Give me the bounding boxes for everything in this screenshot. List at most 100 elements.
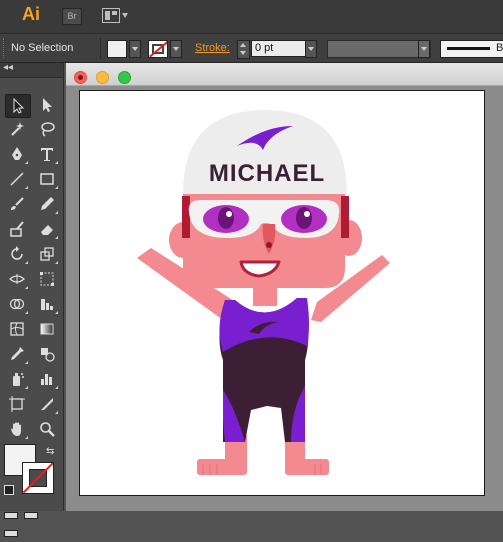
column-graph-tool[interactable] — [35, 368, 59, 390]
mesh-icon — [10, 322, 24, 336]
lasso-icon — [41, 122, 55, 137]
color-mode-buttons[interactable] — [4, 506, 62, 537]
gradient-button[interactable] — [24, 512, 38, 519]
blend-icon — [41, 348, 55, 362]
column-graph-icon — [41, 374, 52, 385]
eyedropper-icon — [11, 347, 24, 360]
paintbrush-tool[interactable] — [5, 193, 29, 215]
collapse-icon[interactable]: ◂◂ — [3, 62, 13, 73]
cap-name-text: MICHAEL — [209, 160, 325, 187]
nostril — [266, 242, 272, 248]
tools-panel-header[interactable]: ◂◂ — [0, 62, 63, 78]
arrange-documents-icon — [102, 8, 120, 23]
blob-brush-icon — [10, 221, 24, 237]
selection-tool[interactable] — [5, 94, 31, 118]
chevron-down-icon — [122, 13, 128, 18]
right-pupil — [296, 207, 312, 229]
variable-width-dropdown[interactable] — [418, 40, 430, 58]
selection-icon — [13, 97, 25, 114]
perspective-grid-icon — [41, 299, 53, 310]
gradient-icon — [40, 323, 54, 335]
pencil-icon — [41, 197, 54, 210]
artboard-tool[interactable] — [5, 393, 29, 415]
document-title-bar[interactable] — [66, 63, 503, 86]
neck — [253, 288, 277, 306]
gradient-tool[interactable] — [35, 318, 59, 340]
right-foot — [285, 459, 329, 475]
line-segment-tool[interactable] — [5, 168, 29, 190]
type-icon — [41, 148, 53, 161]
rectangle-icon — [40, 173, 54, 185]
brush-definition[interactable]: B — [440, 40, 503, 58]
divider — [100, 37, 101, 59]
brush-stroke-preview — [447, 47, 490, 50]
control-bar-grip[interactable] — [3, 38, 6, 58]
brush-label: B — [496, 42, 503, 54]
slice-icon — [41, 398, 53, 410]
zoom-tool[interactable] — [35, 418, 59, 440]
none-button[interactable] — [4, 530, 18, 537]
hand-icon — [11, 422, 21, 436]
rectangle-tool[interactable] — [35, 168, 59, 190]
fill-color-swatch[interactable] — [107, 40, 127, 58]
magic-wand-icon — [11, 122, 24, 136]
selection-status: No Selection — [11, 42, 74, 54]
color-button[interactable] — [4, 512, 18, 519]
eraser-tool[interactable] — [35, 218, 59, 240]
zoom-icon — [40, 422, 55, 437]
magic-wand-tool[interactable] — [5, 118, 29, 140]
scale-icon — [40, 247, 54, 261]
left-eye-shine — [226, 211, 232, 217]
default-fill-stroke-icon[interactable] — [4, 485, 14, 495]
eyedropper-tool[interactable] — [5, 343, 29, 365]
minimize-window-button[interactable] — [96, 71, 109, 84]
stroke-label-link[interactable]: Stroke: — [195, 42, 230, 54]
arrange-documents-button[interactable] — [102, 8, 129, 24]
stroke-weight-stepper[interactable] — [237, 40, 250, 59]
hand-tool[interactable] — [5, 418, 29, 440]
goggle-strap-left — [182, 196, 190, 238]
symbol-sprayer-tool[interactable] — [5, 368, 29, 390]
illustrator-logo: Ai — [22, 4, 40, 24]
stroke-swatch[interactable] — [22, 462, 54, 494]
width-icon — [9, 274, 25, 284]
pencil-tool[interactable] — [35, 193, 59, 215]
stroke-dropdown[interactable] — [170, 40, 182, 58]
scale-tool[interactable] — [35, 243, 59, 265]
slice-tool[interactable] — [35, 393, 59, 415]
application-bar: Ai Br — [0, 0, 503, 34]
close-window-button[interactable] — [74, 71, 87, 84]
mesh-tool[interactable] — [5, 318, 29, 340]
paintbrush-icon — [11, 197, 24, 210]
shape-builder-tool[interactable] — [5, 293, 29, 315]
shape-builder-icon — [9, 298, 25, 310]
blob-brush-tool[interactable] — [5, 218, 29, 240]
direct-selection-tool[interactable] — [35, 94, 59, 116]
zoom-window-button[interactable] — [118, 71, 131, 84]
stroke-weight-dropdown[interactable] — [305, 40, 317, 58]
variable-width-profile[interactable] — [327, 40, 431, 58]
direct-selection-icon — [43, 98, 52, 112]
perspective-grid-tool[interactable] — [35, 293, 59, 315]
rotate-tool[interactable] — [5, 243, 29, 265]
swap-fill-stroke-icon[interactable]: ⇆ — [46, 446, 54, 457]
right-eye-shine — [304, 211, 310, 217]
left-pupil — [218, 207, 234, 229]
stroke-weight-input[interactable]: 0 pt — [251, 40, 308, 57]
free-transform-tool[interactable] — [35, 268, 59, 290]
pen-icon — [12, 147, 22, 160]
stroke-color-swatch[interactable] — [148, 40, 168, 58]
symbol-sprayer-icon — [13, 373, 24, 386]
fill-dropdown[interactable] — [129, 40, 141, 58]
none-slash-icon — [23, 463, 53, 493]
type-tool[interactable] — [35, 143, 59, 165]
blend-tool[interactable] — [35, 343, 59, 365]
lasso-tool[interactable] — [35, 118, 59, 140]
swimmer-illustration[interactable]: MICHAEL — [79, 90, 485, 496]
width-tool[interactable] — [5, 268, 29, 290]
bridge-button[interactable]: Br — [62, 8, 82, 25]
pen-tool[interactable] — [5, 143, 29, 165]
line-segment-icon — [10, 172, 24, 186]
goggle-strap-right — [341, 196, 349, 238]
artboard-icon — [9, 396, 25, 412]
